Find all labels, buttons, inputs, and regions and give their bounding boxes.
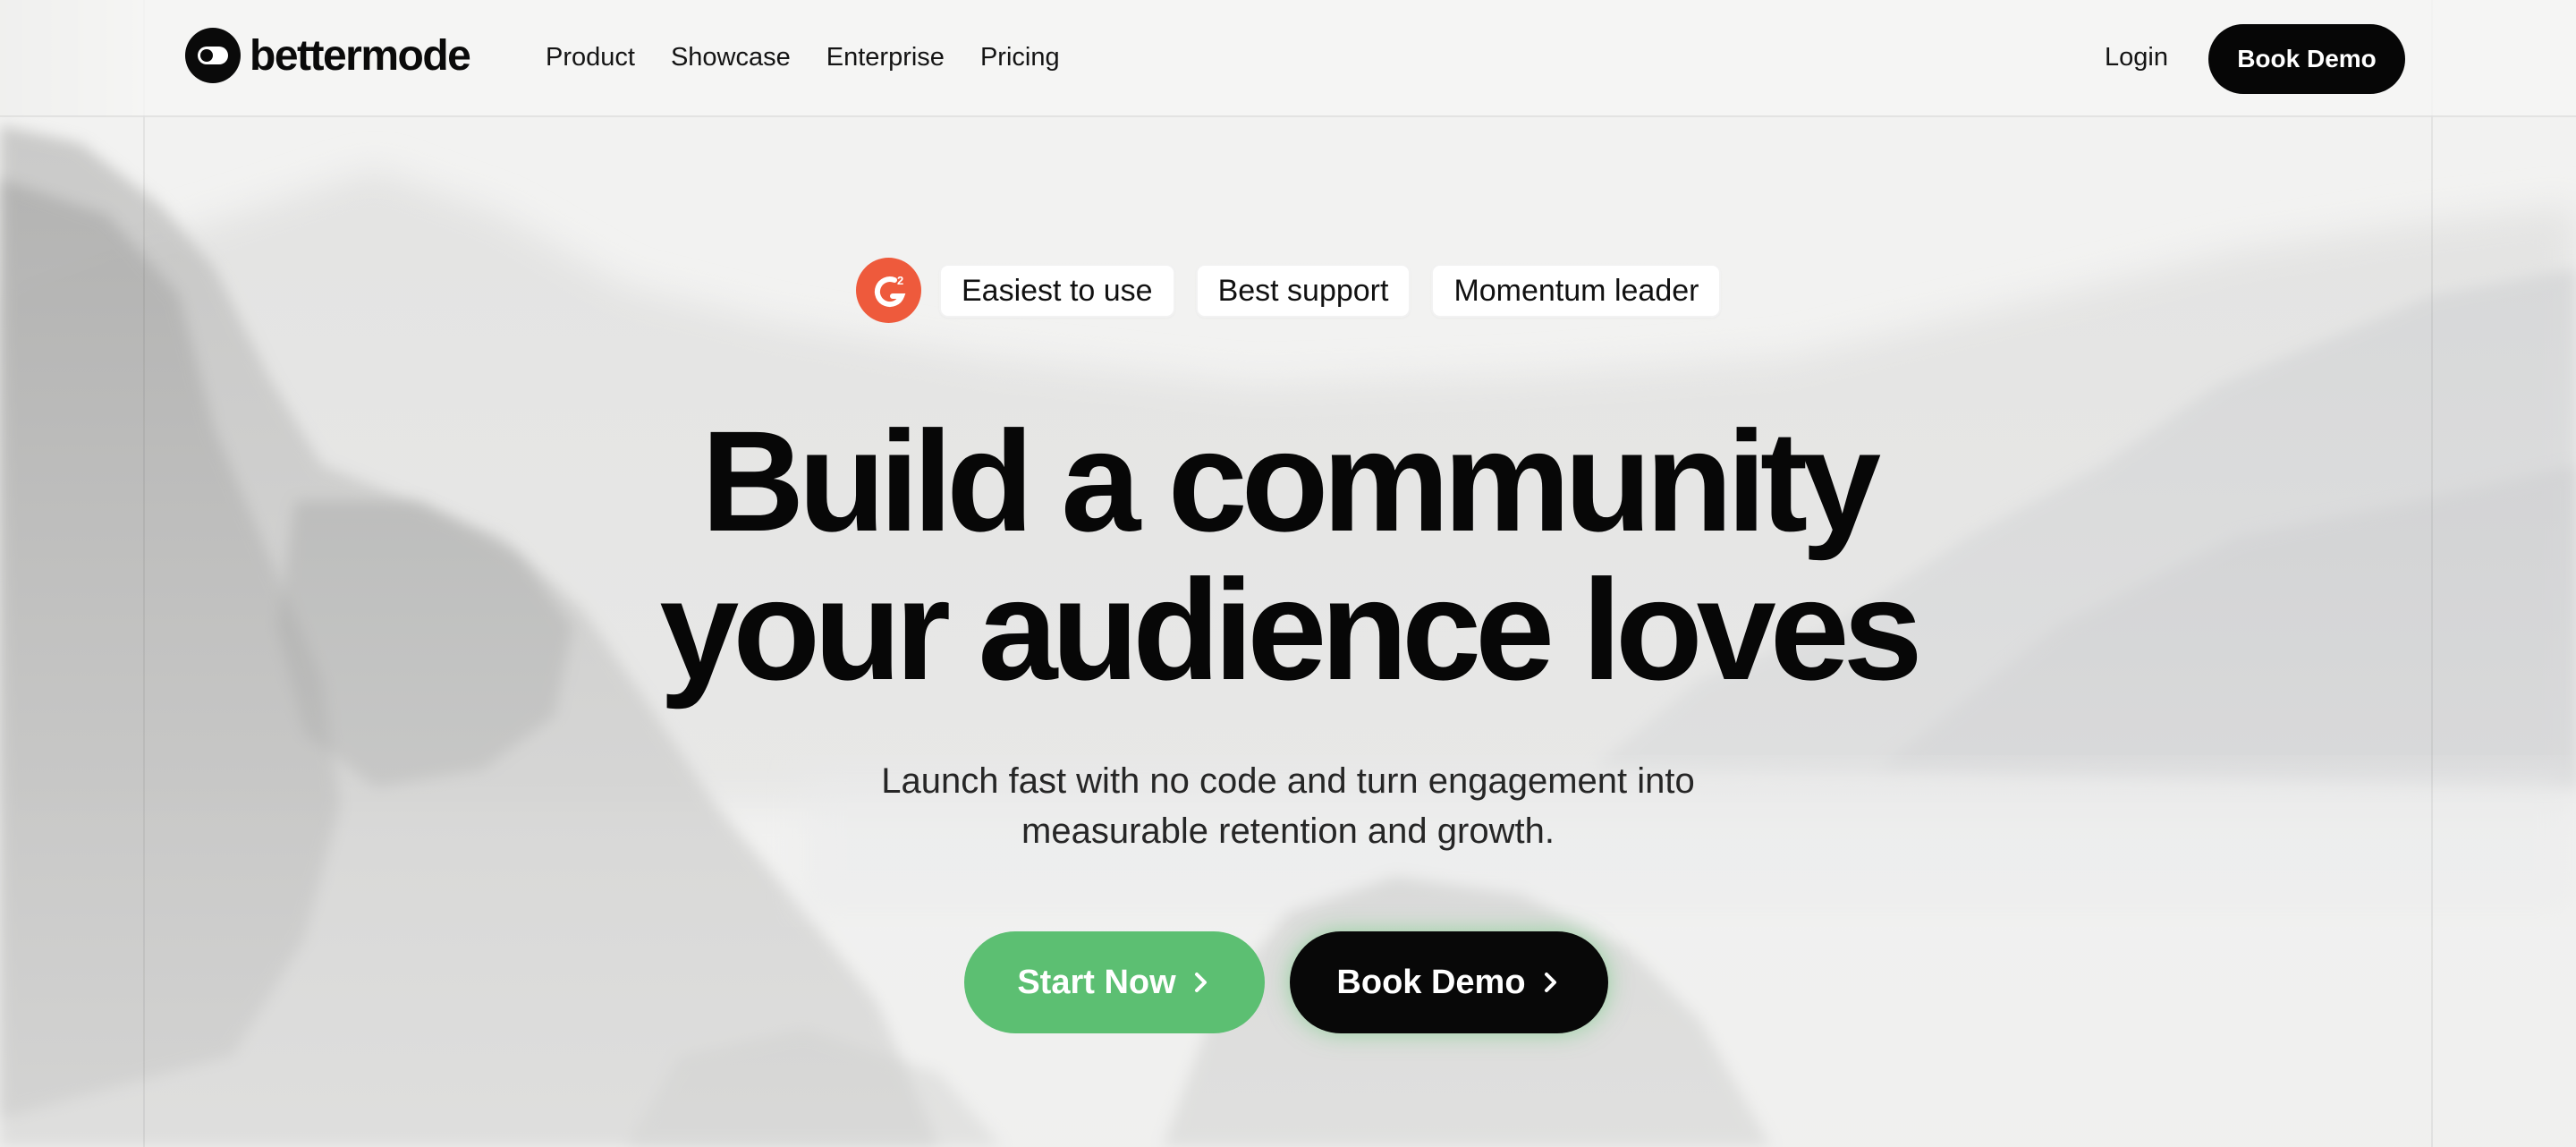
hero-book-demo-label: Book Demo: [1336, 963, 1526, 1001]
nav-link-enterprise[interactable]: Enterprise: [826, 39, 945, 75]
brand-name: bettermode: [250, 31, 471, 80]
nav-links: Product Showcase Enterprise Pricing: [546, 39, 1096, 75]
svg-text:2: 2: [897, 274, 903, 287]
brand-logo[interactable]: bettermode: [185, 28, 471, 83]
bettermode-logo-icon: [185, 28, 241, 83]
hero-title-line-1: Build a community: [700, 401, 1881, 561]
hero-title: Build a community your audience loves: [0, 407, 2576, 704]
start-now-label: Start Now: [1017, 963, 1176, 1001]
top-navigation: bettermode Product Showcase Enterprise P…: [0, 0, 2576, 117]
start-now-button[interactable]: Start Now: [964, 931, 1265, 1033]
hero-subtitle: Launch fast with no code and turn engage…: [0, 756, 2576, 856]
award-badges: 2 Easiest to use Best support Momentum l…: [856, 258, 1741, 323]
hero-subtitle-line-2: measurable retention and growth.: [1021, 811, 1555, 851]
badge-momentum-leader: Momentum leader: [1431, 263, 1722, 318]
badge-best-support: Best support: [1195, 263, 1411, 318]
login-link[interactable]: Login: [2105, 39, 2168, 75]
nav-book-demo-button[interactable]: Book Demo: [2208, 24, 2405, 94]
nav-link-pricing[interactable]: Pricing: [980, 39, 1060, 75]
badge-easiest-to-use: Easiest to use: [939, 263, 1175, 318]
chevron-right-icon: [1194, 973, 1207, 992]
landing-page: bettermode Product Showcase Enterprise P…: [0, 0, 2576, 1147]
nav-link-product[interactable]: Product: [546, 39, 635, 75]
nav-link-showcase[interactable]: Showcase: [671, 39, 791, 75]
hero-title-line-2: your audience loves: [659, 549, 1922, 709]
g2-logo-icon: 2: [856, 258, 921, 323]
chevron-right-icon: [1544, 973, 1556, 992]
hero-book-demo-button[interactable]: Book Demo: [1290, 931, 1608, 1033]
hero-subtitle-line-1: Launch fast with no code and turn engage…: [881, 761, 1695, 801]
